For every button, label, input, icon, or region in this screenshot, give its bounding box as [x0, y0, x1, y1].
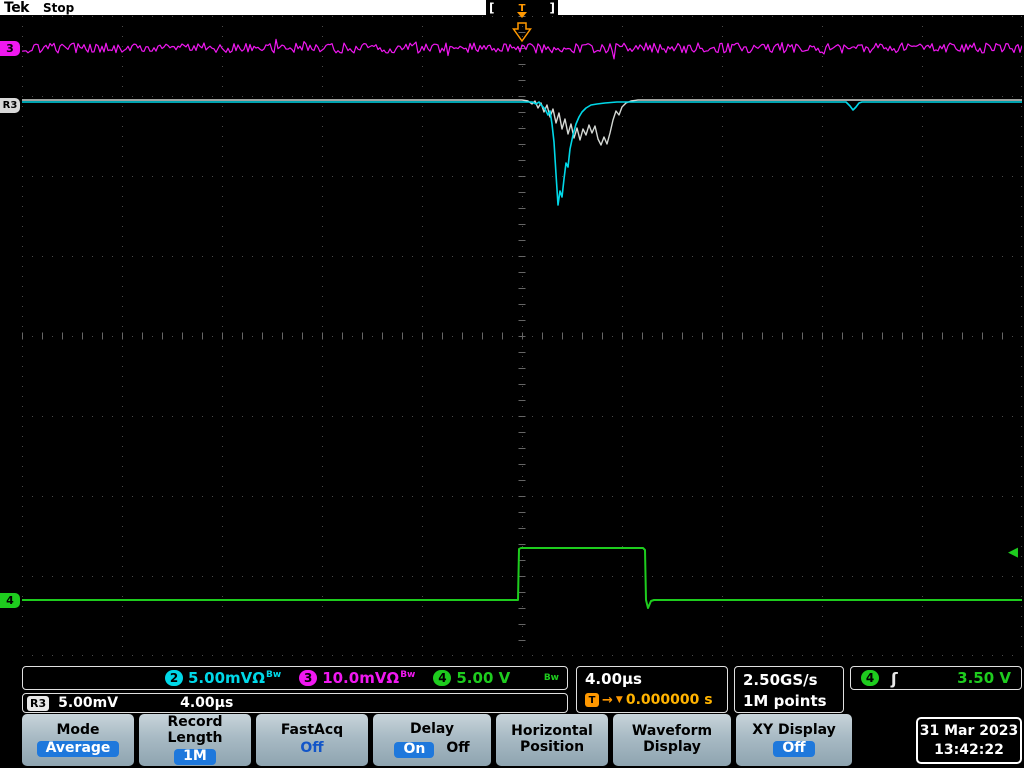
timebase-scale: 4.00µs — [585, 670, 642, 688]
waveform-title-1: Waveform — [631, 723, 713, 740]
ch2-bw-icon: Bw — [266, 670, 282, 680]
xy-display-button[interactable]: XY Display Off — [736, 714, 852, 766]
horizontal-position-button[interactable]: Horizontal Position — [496, 714, 608, 766]
delay-on-option[interactable]: On — [394, 741, 435, 758]
r3-scale: 5.00mV — [58, 695, 119, 711]
date-value: 31 Mar 2023 — [919, 723, 1019, 740]
ch4-badge: 4 — [433, 670, 452, 686]
xy-title: XY Display — [752, 722, 836, 739]
right-bracket-icon: ] — [549, 0, 555, 15]
record-title-1: Record — [167, 714, 223, 731]
fastacq-title: FastAcq — [280, 722, 344, 739]
waveform-display-button[interactable]: Waveform Display — [613, 714, 731, 766]
sample-rate: 2.50GS/s — [743, 671, 818, 689]
mode-value: Average — [36, 740, 120, 757]
ch2-badge: 2 — [165, 670, 183, 686]
r3-badge: R3 — [27, 695, 50, 711]
ch4-scale: 5.00 V — [456, 669, 511, 687]
horizontal-title-1: Horizontal — [511, 723, 593, 740]
left-bracket-icon: [ — [489, 0, 495, 15]
trigger-arrowhead-icon — [517, 12, 527, 18]
acquisition-readout-box[interactable]: 2.50GS/s 1M points — [734, 666, 844, 713]
ch3-readout: 3 10.0mVΩBw — [299, 669, 415, 687]
delay-marker-icon: ▼ — [615, 695, 623, 705]
arrow-right-icon: → — [602, 692, 613, 708]
ch4-level-marker-icon: ◀ — [1008, 545, 1018, 560]
trigger-t-badge: T — [585, 693, 599, 707]
ch2-scale: 5.00mVΩBw — [188, 669, 282, 687]
record-length-button[interactable]: Record Length 1M — [139, 714, 251, 766]
mode-title: Mode — [56, 722, 100, 739]
record-length-value: 1M — [174, 748, 216, 765]
xy-value: Off — [773, 740, 815, 757]
waveform-display — [21, 16, 1023, 657]
trigger-slope-icon: ʃ — [891, 668, 898, 688]
trigger-source-badge: 4 — [861, 670, 879, 686]
timebase-readout-box[interactable]: 4.00µs T → ▼ 0.000000 s — [576, 666, 728, 713]
graticule-and-waveforms — [21, 16, 1023, 657]
ch3-badge: 3 — [299, 670, 318, 686]
delay-button[interactable]: Delay On Off — [373, 714, 491, 766]
ch2-readout: 2 5.00mVΩBw — [165, 669, 281, 687]
time-value: 13:42:22 — [934, 741, 1004, 758]
reference-readout-box[interactable]: R3 5.00mV 4.00µs — [22, 693, 568, 713]
acquisition-status: Stop — [43, 0, 75, 15]
trigger-t-icon[interactable]: T — [512, 1, 532, 47]
channel-readouts-box[interactable]: 2 5.00mVΩBw 3 10.0mVΩBw 4 5.00 V Bw — [22, 666, 568, 690]
delay-off-option[interactable]: Off — [446, 740, 469, 757]
horizontal-title-2: Position — [519, 739, 585, 755]
ch3-scale: 10.0mVΩBw — [322, 669, 416, 687]
channel-4-tag[interactable]: 4 — [0, 593, 20, 608]
trigger-level-value: 3.50 V — [957, 669, 1011, 687]
delay-readout: T → ▼ 0.000000 s — [585, 692, 719, 708]
oscilloscope-ui: Tek Stop [ ] T 3 R3 4 ◀ 2 5.00mVΩBw 3 10… — [0, 0, 1024, 768]
record-points: 1M points — [743, 692, 827, 710]
reference-r3-tag[interactable]: R3 — [0, 98, 20, 113]
delay-title: Delay — [409, 721, 455, 738]
datetime-display: 31 Mar 2023 13:42:22 — [916, 717, 1022, 764]
channel-2-trace — [22, 101, 1022, 206]
trigger-caret-icon — [512, 22, 532, 43]
bottom-menu-bar: Mode Average Record Length 1M FastAcq Of… — [22, 714, 852, 766]
trigger-readout-box[interactable]: 4 ʃ 3.50 V — [850, 666, 1022, 690]
ch4-bw-icon: Bw — [543, 673, 559, 683]
delay-toggle: On Off — [394, 740, 470, 758]
ch4-readout: 4 5.00 V — [433, 669, 510, 687]
r3-timebase: 4.00µs — [180, 695, 234, 711]
tek-logo: Tek — [4, 0, 30, 16]
fastacq-button[interactable]: FastAcq Off — [256, 714, 368, 766]
channel-3-tag[interactable]: 3 — [0, 41, 20, 56]
fastacq-value: Off — [300, 740, 324, 756]
horizontal-position-value: 0.000000 s — [625, 692, 713, 708]
mode-button[interactable]: Mode Average — [22, 714, 134, 766]
ch3-bw-icon: Bw — [400, 670, 416, 680]
waveform-title-2: Display — [643, 739, 701, 755]
record-title-2: Length — [167, 730, 223, 747]
